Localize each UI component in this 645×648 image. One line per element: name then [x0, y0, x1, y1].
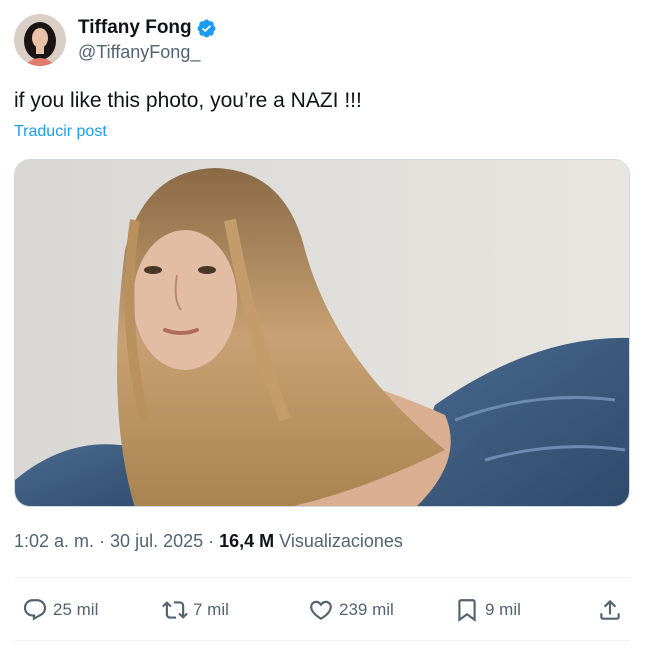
action-bar: 25 mil 7 mil 239 mil 9 mil: [14, 580, 630, 640]
divider: [14, 577, 630, 578]
reply-icon: [23, 599, 47, 621]
tweet-photo[interactable]: [14, 159, 630, 507]
repost-count: 7 mil: [193, 600, 229, 619]
bookmark-icon: [458, 599, 476, 622]
like-button[interactable]: 239 mil: [308, 597, 394, 623]
translate-post-link[interactable]: Traducir post: [14, 123, 107, 141]
like-count: 239 mil: [339, 600, 394, 619]
share-icon: [600, 599, 620, 620]
divider: [14, 640, 630, 641]
views-count: 16,4 M: [219, 531, 275, 551]
tweet-time[interactable]: 1:02 a. m.: [14, 531, 94, 551]
meta-separator: ·: [203, 531, 220, 551]
avatar[interactable]: [14, 14, 66, 66]
bookmark-button[interactable]: 9 mil: [454, 597, 521, 623]
reply-count: 25 mil: [53, 600, 99, 619]
verified-badge-icon: [197, 19, 216, 38]
heart-icon: [310, 600, 332, 620]
share-button[interactable]: [597, 597, 623, 623]
views-label: Visualizaciones: [279, 531, 403, 551]
tweet-meta: 1:02 a. m. · 30 jul. 2025 · 16,4 M Visua…: [14, 531, 403, 552]
author-names: Tiffany Fong @TiffanyFong_: [78, 16, 217, 63]
tweet-date[interactable]: 30 jul. 2025: [110, 531, 203, 551]
bookmark-count: 9 mil: [485, 600, 521, 619]
reply-button[interactable]: 25 mil: [22, 597, 98, 623]
display-name[interactable]: Tiffany Fong: [78, 16, 192, 40]
repost-icon: [162, 601, 188, 619]
author-handle[interactable]: @TiffanyFong_: [78, 41, 217, 64]
tweet-header: Tiffany Fong @TiffanyFong_: [14, 14, 217, 66]
tweet-card: Tiffany Fong @TiffanyFong_ if you like t…: [0, 0, 645, 648]
repost-button[interactable]: 7 mil: [162, 597, 229, 623]
tweet-text: if you like this photo, you’re a NAZI !!…: [14, 89, 362, 112]
meta-separator: ·: [94, 531, 111, 551]
